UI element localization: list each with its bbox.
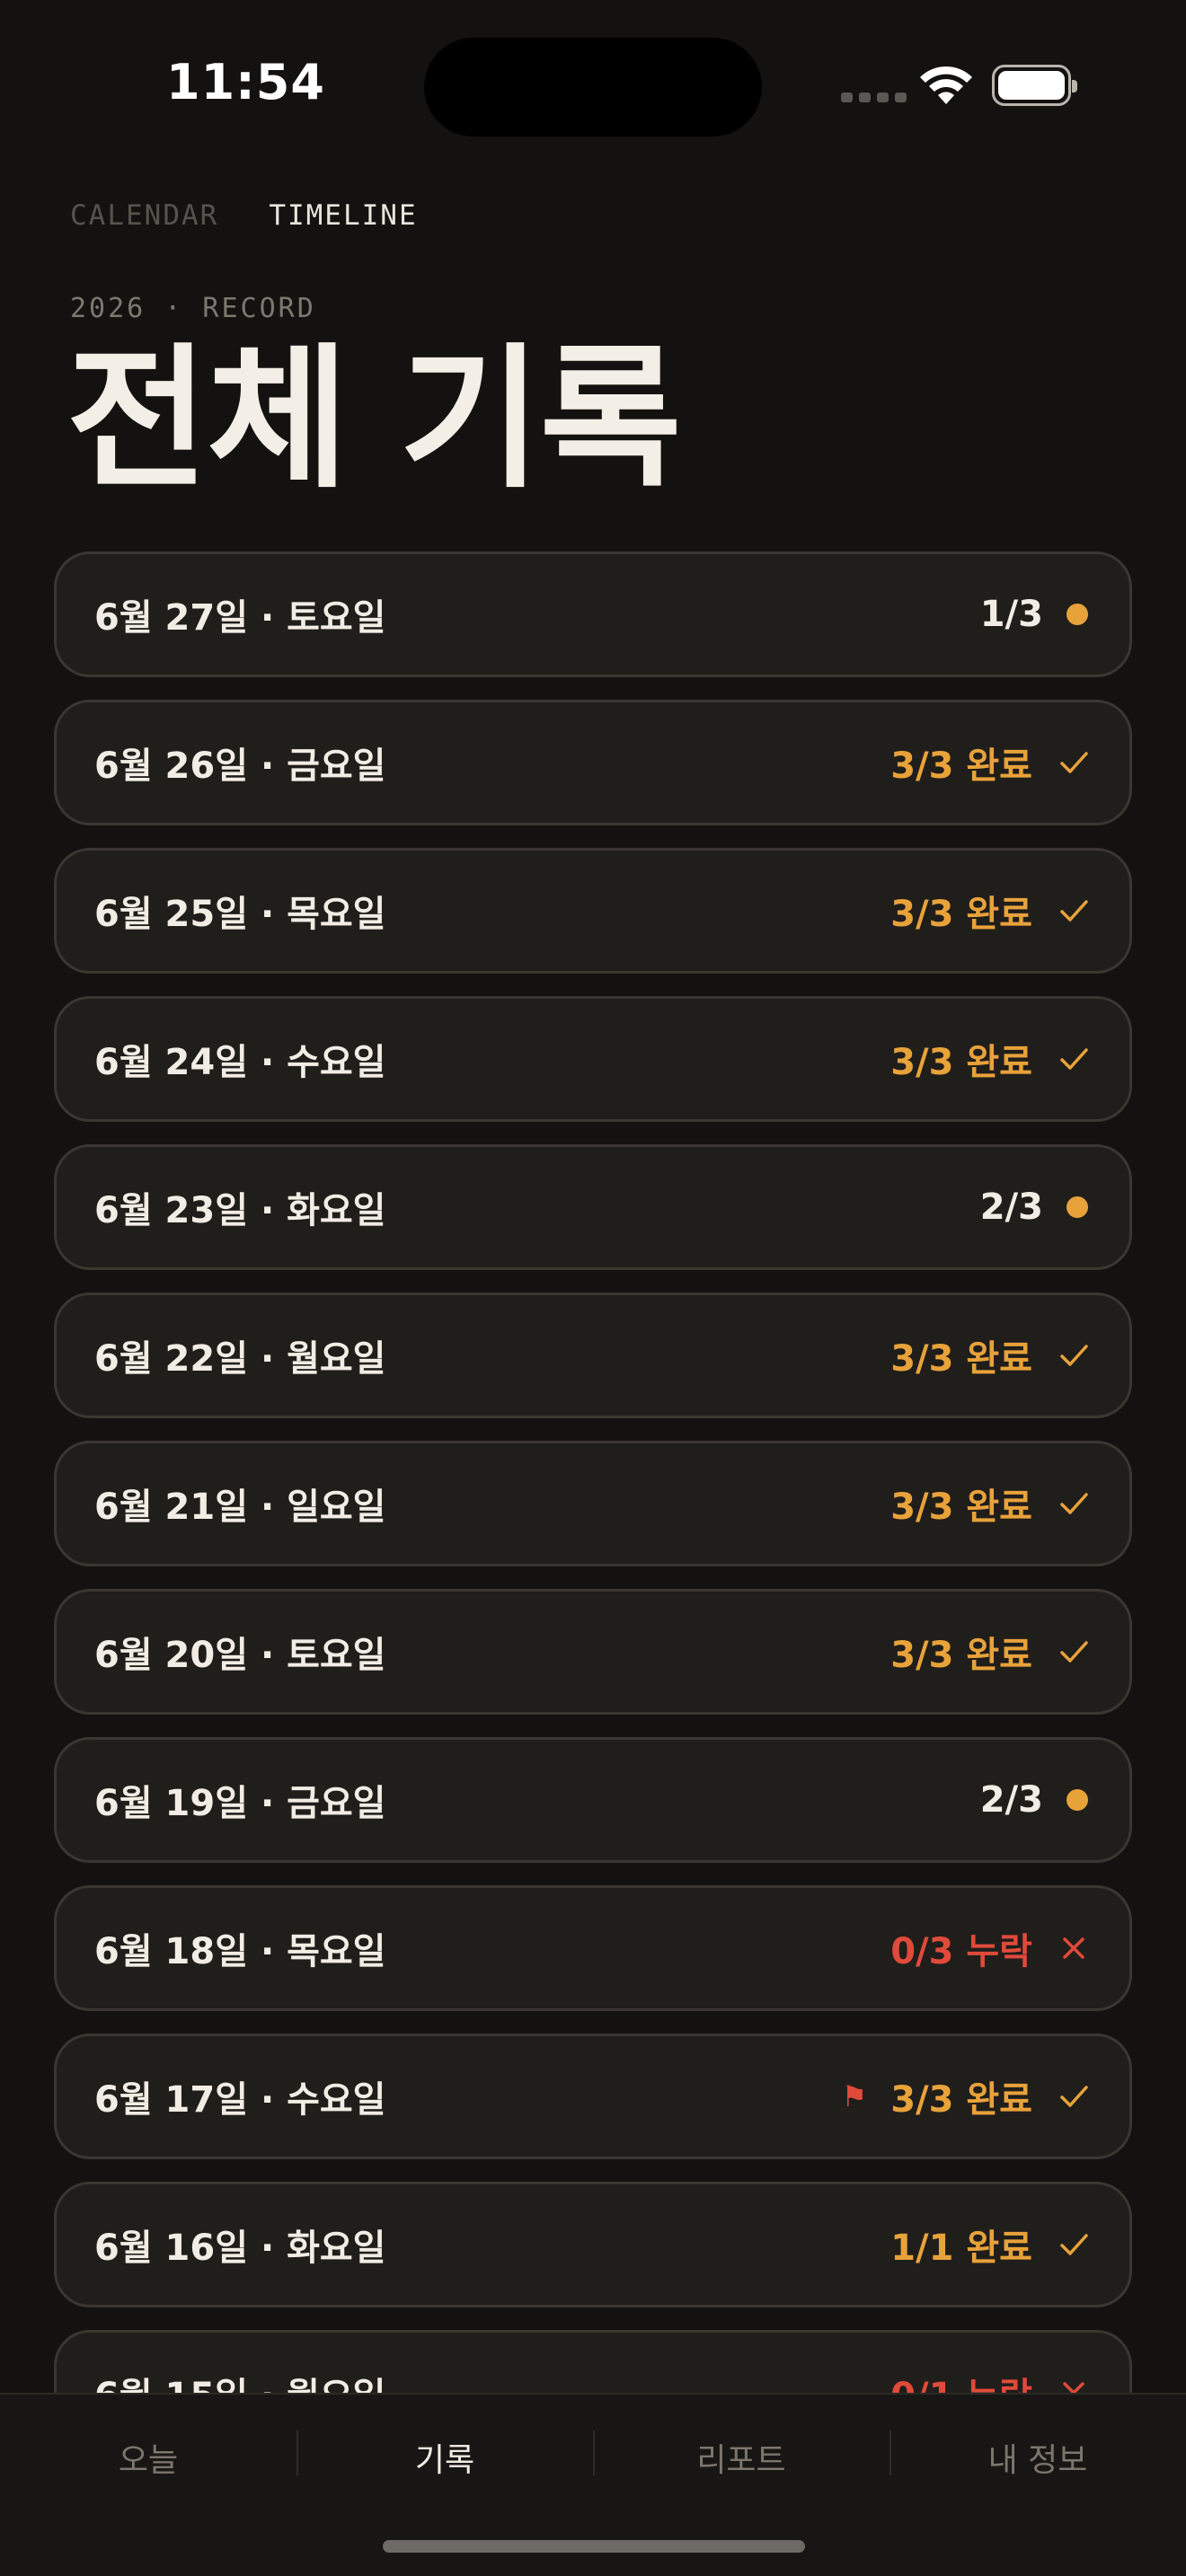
home-indicator: [383, 2540, 805, 2553]
record-row[interactable]: 6월 21일 · 일요일 3/3 완료: [54, 1441, 1132, 1566]
screen: 11:54 CALENDAR TIMELINE 2026 · RECORD 전체…: [0, 0, 1186, 2576]
tab-records[interactable]: 기록: [296, 2430, 593, 2481]
record-status: 2/3: [979, 1187, 1043, 1228]
close-icon: [1063, 1937, 1084, 1959]
view-switch: CALENDAR TIMELINE: [70, 199, 418, 232]
check-icon: [1060, 1048, 1088, 1070]
record-status-group: 1/1 완료: [890, 2219, 1092, 2271]
record-status-group: ⚑ 3/3 완료: [842, 2070, 1093, 2122]
in-progress-dot-icon: [1067, 604, 1088, 625]
record-row[interactable]: 6월 24일 · 수요일 3/3 완료: [54, 996, 1132, 1122]
flag-icon: ⚑: [841, 2079, 868, 2113]
record-row[interactable]: 6월 16일 · 화요일 1/1 완료: [54, 2182, 1132, 2307]
record-row[interactable]: 6월 17일 · 수요일 ⚑ 3/3 완료: [54, 2033, 1132, 2159]
record-status-group: 3/3 완료: [890, 885, 1092, 937]
record-status: 3/3 완료: [890, 1635, 1032, 1676]
record-row[interactable]: 6월 18일 · 목요일 0/3 누락: [54, 1885, 1132, 2011]
record-status: 1/1 완료: [890, 2228, 1032, 2269]
record-date: 6월 22일 · 월요일: [94, 1338, 386, 1380]
record-date: 6월 19일 · 금요일: [94, 1783, 386, 1824]
record-status: 2/3: [979, 1779, 1043, 1821]
wifi-icon: [920, 66, 972, 104]
record-status: 0/3 누락: [890, 1931, 1032, 1972]
check-icon: [1060, 2234, 1088, 2255]
record-row[interactable]: 6월 26일 · 금요일 3/3 완료: [54, 700, 1132, 825]
record-status-group: 3/3 완료: [890, 1478, 1092, 1530]
check-icon: [1060, 1641, 1088, 1663]
dynamic-island: [424, 38, 762, 137]
record-date: 6월 20일 · 토요일: [94, 1635, 386, 1676]
record-row[interactable]: 6월 19일 · 금요일 2/3: [54, 1737, 1132, 1863]
tab-report[interactable]: 리포트: [593, 2430, 890, 2481]
page-overline: 2026 · RECORD: [70, 293, 316, 324]
check-icon: [1060, 1345, 1088, 1366]
record-status: 3/3 완료: [890, 2079, 1032, 2121]
record-status: 3/3 완료: [890, 1486, 1032, 1528]
in-progress-dot-icon: [1067, 1789, 1088, 1811]
record-date: 6월 18일 · 목요일: [94, 1931, 386, 1972]
record-row[interactable]: 6월 20일 · 토요일 3/3 완료: [54, 1589, 1132, 1715]
in-progress-dot-icon: [1067, 1196, 1088, 1218]
record-status: 3/3 완료: [890, 745, 1032, 787]
record-date: 6월 23일 · 화요일: [94, 1190, 386, 1231]
record-date: 6월 21일 · 일요일: [94, 1486, 386, 1528]
tab-my-info[interactable]: 내 정보: [890, 2430, 1186, 2481]
record-status: 1/3: [979, 594, 1043, 635]
record-date: 6월 25일 · 목요일: [94, 894, 386, 935]
record-row[interactable]: 6월 25일 · 목요일 3/3 완료: [54, 848, 1132, 974]
page-title: 전체 기록: [66, 329, 682, 509]
record-date: 6월 27일 · 토요일: [94, 597, 386, 639]
check-icon: [1060, 752, 1088, 773]
status-time: 11:54: [166, 54, 325, 110]
record-date: 6월 24일 · 수요일: [94, 1042, 386, 1083]
view-tab-calendar[interactable]: CALENDAR: [70, 199, 218, 232]
record-status: 3/3 완료: [890, 1338, 1032, 1380]
record-status-group: 2/3: [980, 1779, 1092, 1821]
check-icon: [1060, 1493, 1088, 1514]
check-icon: [1060, 900, 1088, 922]
record-status: 3/3 완료: [890, 894, 1032, 935]
view-tab-timeline[interactable]: TIMELINE: [269, 199, 417, 232]
record-date: 6월 26일 · 금요일: [94, 745, 386, 787]
record-date: 6월 17일 · 수요일: [94, 2079, 386, 2121]
record-status-group: 3/3 완료: [890, 1033, 1092, 1085]
record-status-group: 3/3 완료: [890, 737, 1092, 789]
record-status-group: 3/3 완료: [890, 1329, 1092, 1381]
record-list: 6월 27일 · 토요일 1/3 6월 26일 · 금요일 3/3 완료 6월 25일 …: [54, 551, 1132, 2478]
record-row[interactable]: 6월 23일 · 화요일 2/3: [54, 1144, 1132, 1270]
battery-icon: [992, 65, 1077, 106]
record-status-group: 1/3: [980, 594, 1092, 635]
record-status-group: 2/3: [980, 1187, 1092, 1228]
record-status: 3/3 완료: [890, 1042, 1032, 1083]
record-row[interactable]: 6월 22일 · 월요일 3/3 완료: [54, 1292, 1132, 1418]
record-date: 6월 16일 · 화요일: [94, 2228, 386, 2269]
tab-today[interactable]: 오늘: [0, 2434, 296, 2481]
record-status-group: 3/3 완료: [890, 1626, 1092, 1678]
record-row[interactable]: 6월 27일 · 토요일 1/3: [54, 551, 1132, 677]
check-icon: [1060, 2086, 1088, 2107]
cellular-signal-icon: [841, 93, 907, 102]
record-status-group: 0/3 누락: [890, 1922, 1092, 1974]
